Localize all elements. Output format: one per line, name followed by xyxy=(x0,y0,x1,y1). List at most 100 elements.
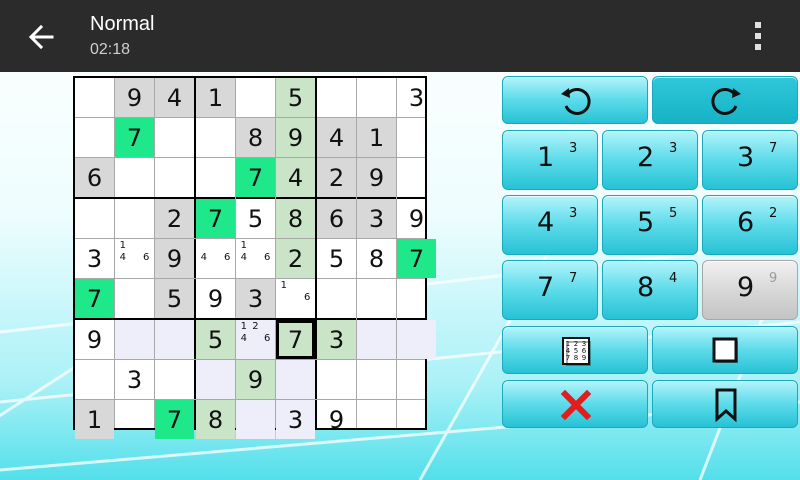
sudoku-cell[interactable]: 9 xyxy=(196,279,235,318)
sudoku-cell[interactable]: 7 xyxy=(196,199,235,238)
sudoku-cell[interactable] xyxy=(397,118,436,157)
digit-8-button[interactable]: 84 xyxy=(602,260,698,320)
sudoku-cell[interactable] xyxy=(397,279,436,318)
sudoku-cell[interactable]: 8 xyxy=(236,118,275,157)
sudoku-cell[interactable]: 3 xyxy=(357,199,396,238)
sudoku-cell[interactable]: 5 xyxy=(236,199,275,238)
sudoku-cell[interactable] xyxy=(397,158,436,197)
sudoku-cell[interactable]: 1 xyxy=(357,118,396,157)
sudoku-cell[interactable] xyxy=(317,279,356,318)
sudoku-cell[interactable]: 9 xyxy=(155,239,194,278)
overflow-menu-button[interactable] xyxy=(744,18,772,54)
sudoku-cell[interactable]: 16 xyxy=(276,279,315,318)
sudoku-cell[interactable]: 14 6 xyxy=(236,239,275,278)
digit-2-button[interactable]: 23 xyxy=(602,130,698,190)
sudoku-cell[interactable]: 3 xyxy=(276,400,315,439)
sudoku-cell[interactable]: 9 xyxy=(236,360,275,399)
sudoku-cell[interactable]: 9 xyxy=(357,158,396,197)
sudoku-cell[interactable] xyxy=(196,118,235,157)
sudoku-cell[interactable] xyxy=(115,199,154,238)
sudoku-cell[interactable]: 7 xyxy=(155,400,194,439)
sudoku-cell[interactable] xyxy=(397,320,436,359)
sudoku-cell[interactable] xyxy=(155,158,194,197)
sudoku-cell[interactable]: 6 xyxy=(317,199,356,238)
bookmark-button[interactable] xyxy=(652,380,798,428)
sudoku-cell[interactable] xyxy=(115,279,154,318)
sudoku-cell[interactable]: 9 xyxy=(115,78,154,117)
digit-7-button[interactable]: 77 xyxy=(502,260,598,320)
sudoku-cell[interactable] xyxy=(357,360,396,399)
sudoku-cell[interactable] xyxy=(115,158,154,197)
sudoku-cell[interactable] xyxy=(115,400,154,439)
sudoku-cell[interactable] xyxy=(397,400,436,439)
undo-button[interactable] xyxy=(502,76,648,124)
sudoku-cell[interactable] xyxy=(357,320,396,359)
sudoku-cell[interactable] xyxy=(75,360,114,399)
sudoku-cell[interactable]: 3 xyxy=(115,360,154,399)
sudoku-cell[interactable]: 9 xyxy=(75,320,114,359)
sudoku-cell[interactable] xyxy=(236,78,275,117)
sudoku-cell[interactable] xyxy=(155,320,194,359)
sudoku-cell[interactable] xyxy=(317,360,356,399)
sudoku-cell[interactable]: 7 xyxy=(276,320,315,359)
digit-3-button[interactable]: 37 xyxy=(702,130,798,190)
sudoku-cell[interactable]: 4 xyxy=(276,158,315,197)
sudoku-cell[interactable]: 1 xyxy=(196,78,235,117)
sudoku-cell[interactable] xyxy=(397,360,436,399)
digit-4-button[interactable]: 43 xyxy=(502,195,598,255)
sudoku-cell[interactable]: 7 xyxy=(75,279,114,318)
sudoku-cell[interactable]: 14 6 xyxy=(115,239,154,278)
sudoku-cell[interactable] xyxy=(357,78,396,117)
sudoku-cell[interactable]: 7 xyxy=(397,239,436,278)
sudoku-cell[interactable]: 9 xyxy=(397,199,436,238)
digit-9-button[interactable]: 99 xyxy=(702,260,798,320)
erase-square-button[interactable] xyxy=(652,326,798,374)
back-button[interactable] xyxy=(22,20,62,54)
clear-cell-button[interactable] xyxy=(502,380,648,428)
sudoku-cell[interactable] xyxy=(317,78,356,117)
digit-5-button[interactable]: 55 xyxy=(602,195,698,255)
sudoku-cell[interactable]: 4 xyxy=(317,118,356,157)
sudoku-cell[interactable] xyxy=(236,400,275,439)
sudoku-cell[interactable] xyxy=(115,320,154,359)
sudoku-cell[interactable]: 124 6 xyxy=(236,320,275,359)
sudoku-cell[interactable]: 2 xyxy=(317,158,356,197)
sudoku-cell[interactable]: 8 xyxy=(276,199,315,238)
sudoku-cell[interactable]: 5 xyxy=(155,279,194,318)
sudoku-cell[interactable]: 7 xyxy=(115,118,154,157)
sudoku-cell[interactable]: 5 xyxy=(276,78,315,117)
digit-6-button[interactable]: 62 xyxy=(702,195,798,255)
sudoku-cell[interactable]: 7 xyxy=(236,158,275,197)
sudoku-cell[interactable]: 3 xyxy=(236,279,275,318)
sudoku-cell[interactable] xyxy=(75,118,114,157)
sudoku-cell[interactable]: 9 xyxy=(317,400,356,439)
sudoku-cell[interactable]: 6 xyxy=(75,158,114,197)
sudoku-cell[interactable]: 2 xyxy=(276,239,315,278)
sudoku-cell[interactable]: 1 xyxy=(75,400,114,439)
sudoku-cell[interactable]: 2 xyxy=(155,199,194,238)
sudoku-cell[interactable] xyxy=(357,400,396,439)
digit-1-button[interactable]: 13 xyxy=(502,130,598,190)
sudoku-cell[interactable]: 5 xyxy=(196,320,235,359)
sudoku-cell[interactable] xyxy=(155,118,194,157)
sudoku-cell[interactable]: 3 xyxy=(397,78,436,117)
sudoku-cell[interactable] xyxy=(357,279,396,318)
sudoku-cell[interactable]: 8 xyxy=(196,400,235,439)
sudoku-cell[interactable] xyxy=(75,199,114,238)
pencil-mark: 2 xyxy=(252,321,259,332)
sudoku-cell[interactable] xyxy=(196,158,235,197)
sudoku-cell[interactable]: 46 xyxy=(196,239,235,278)
sudoku-cell[interactable] xyxy=(155,360,194,399)
sudoku-cell[interactable]: 8 xyxy=(357,239,396,278)
sudoku-cell[interactable] xyxy=(196,360,235,399)
redo-button[interactable] xyxy=(652,76,798,124)
sudoku-cell[interactable]: 4 xyxy=(155,78,194,117)
cell-value: 9 xyxy=(207,284,224,313)
sudoku-cell[interactable]: 3 xyxy=(75,239,114,278)
notes-mode-button[interactable]: 123456789 xyxy=(502,326,648,374)
sudoku-cell[interactable]: 9 xyxy=(276,118,315,157)
sudoku-cell[interactable] xyxy=(75,78,114,117)
sudoku-cell[interactable]: 5 xyxy=(317,239,356,278)
sudoku-cell[interactable]: 3 xyxy=(317,320,356,359)
sudoku-cell[interactable] xyxy=(276,360,315,399)
